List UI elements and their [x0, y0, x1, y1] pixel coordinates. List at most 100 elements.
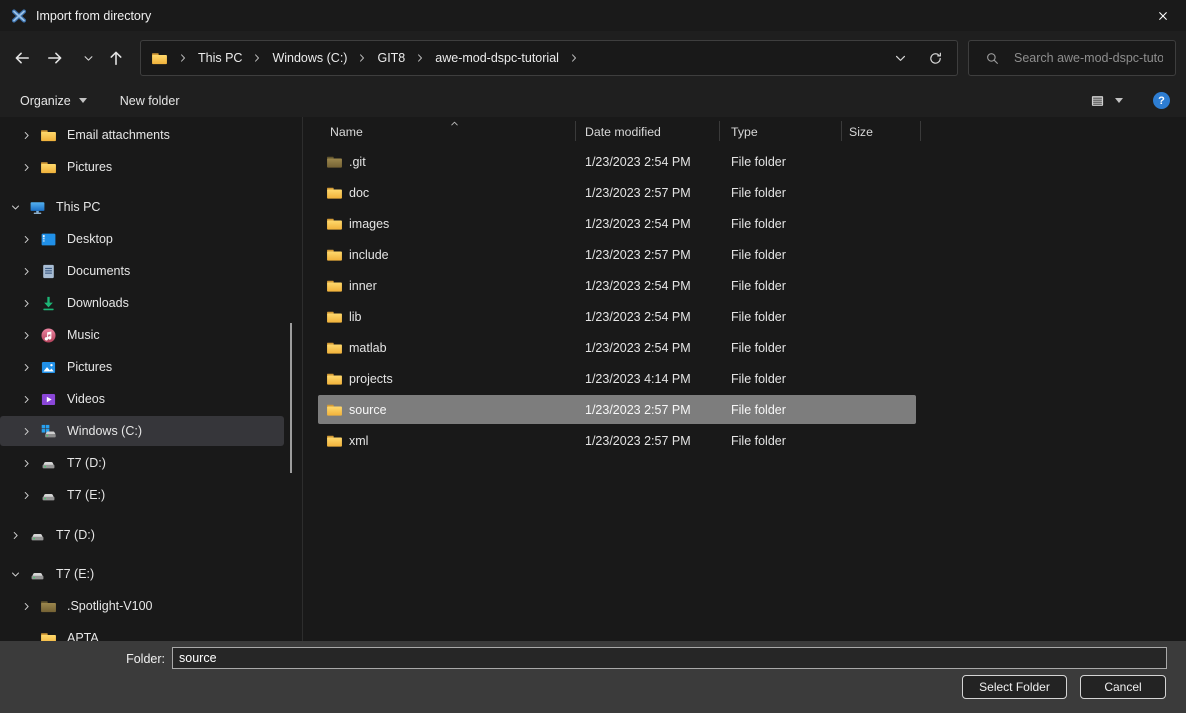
breadcrumb-item-git8[interactable]: GIT8: [375, 51, 407, 65]
breadcrumb-separator-icon: [568, 52, 580, 64]
search-input[interactable]: [1012, 50, 1165, 66]
file-name: doc: [349, 186, 369, 200]
sidebar-item-videos[interactable]: Videos: [0, 383, 302, 415]
sidebar-item-t7-d[interactable]: T7 (D:): [0, 519, 302, 551]
breadcrumb-separator-icon: [251, 52, 263, 64]
folder-icon: [326, 432, 343, 449]
forward-button[interactable]: [44, 47, 66, 69]
sidebar-item-label: Downloads: [67, 296, 129, 310]
app-icon: [11, 8, 27, 24]
chevron-right-icon: [21, 266, 32, 277]
file-row-include[interactable]: include1/23/2023 2:57 PMFile folder: [304, 239, 1186, 270]
sidebar-item-desktop[interactable]: Desktop: [0, 223, 302, 255]
sidebar-item-label: T7 (E:): [56, 567, 94, 581]
sidebar-item-email-attachments[interactable]: Email attachments: [0, 119, 302, 151]
folder-input[interactable]: [172, 647, 1167, 669]
file-type: File folder: [731, 310, 786, 324]
sidebar-item-spotlight-v100[interactable]: .Spotlight-V100: [0, 590, 302, 622]
sidebar-item-label: T7 (D:): [67, 456, 106, 470]
file-row-matlab[interactable]: matlab1/23/2023 2:54 PMFile folder: [304, 332, 1186, 363]
cancel-button[interactable]: Cancel: [1080, 675, 1166, 699]
folder-icon: [151, 50, 168, 67]
file-type: File folder: [731, 341, 786, 355]
column-header-size[interactable]: Size: [849, 125, 873, 139]
folder-icon: [326, 277, 343, 294]
sidebar-item-label: Music: [67, 328, 100, 342]
file-name: .git: [349, 155, 366, 169]
folder-dim-icon: [40, 598, 57, 615]
sidebar-item-pictures[interactable]: Pictures: [0, 151, 302, 183]
file-name: xml: [349, 434, 368, 448]
sidebar-item-label: Email attachments: [67, 128, 170, 142]
file-rows: .git1/23/2023 2:54 PMFile folderdoc1/23/…: [304, 146, 1186, 456]
address-bar-controls: [893, 51, 947, 66]
windows-drive-icon: [40, 423, 57, 440]
column-header-name[interactable]: Name: [330, 125, 363, 139]
new-folder-button[interactable]: New folder: [120, 94, 180, 108]
sidebar-scrollbar[interactable]: [290, 323, 292, 473]
file-row-images[interactable]: images1/23/2023 2:54 PMFile folder: [304, 208, 1186, 239]
address-dropdown-icon[interactable]: [893, 51, 908, 66]
folder-field-label: Folder:: [100, 652, 165, 666]
file-row-doc[interactable]: doc1/23/2023 2:57 PMFile folder: [304, 177, 1186, 208]
sidebar-item-documents[interactable]: Documents: [0, 255, 302, 287]
file-row-source[interactable]: source1/23/2023 2:57 PMFile folder: [304, 394, 1186, 425]
view-details-icon[interactable]: [1090, 94, 1105, 108]
file-type: File folder: [731, 248, 786, 262]
sidebar-item-this-pc[interactable]: This PC: [0, 191, 302, 223]
videos-icon: [40, 391, 57, 408]
file-type: File folder: [731, 372, 786, 386]
column-divider[interactable]: [920, 121, 921, 141]
close-button[interactable]: [1140, 0, 1186, 31]
column-divider[interactable]: [719, 121, 720, 141]
file-row-projects[interactable]: projects1/23/2023 4:14 PMFile folder: [304, 363, 1186, 394]
file-row-git[interactable]: .git1/23/2023 2:54 PMFile folder: [304, 146, 1186, 177]
view-options-chevron-icon[interactable]: [1115, 98, 1123, 103]
organize-button[interactable]: Organize: [20, 94, 87, 108]
file-row-lib[interactable]: lib1/23/2023 2:54 PMFile folder: [304, 301, 1186, 332]
file-row-inner[interactable]: inner1/23/2023 2:54 PMFile folder: [304, 270, 1186, 301]
folder-icon: [326, 401, 343, 418]
sidebar-item-apta[interactable]: APTA: [0, 622, 302, 641]
sidebar-item-music[interactable]: Music: [0, 319, 302, 351]
folder-icon: [40, 127, 57, 144]
select-folder-button[interactable]: Select Folder: [962, 675, 1067, 699]
folder-icon: [40, 630, 57, 642]
chevron-down-icon: [10, 202, 21, 213]
sidebar-item-label: Desktop: [67, 232, 113, 246]
file-date-modified: 1/23/2023 2:54 PM: [585, 217, 691, 231]
up-button[interactable]: [105, 47, 127, 69]
breadcrumb-item-awe-mod-dspc-tutorial[interactable]: awe-mod-dspc-tutorial: [433, 51, 561, 65]
file-row-xml[interactable]: xml1/23/2023 2:57 PMFile folder: [304, 425, 1186, 456]
refresh-icon[interactable]: [928, 51, 943, 66]
search-box[interactable]: [968, 40, 1176, 76]
sidebar-item-label: .Spotlight-V100: [67, 599, 152, 613]
sidebar-item-t7-d[interactable]: T7 (D:): [0, 447, 302, 479]
file-list-pane: Name Date modified Type Size .git1/23/20…: [304, 117, 1186, 641]
column-header-date-modified[interactable]: Date modified: [585, 125, 661, 139]
recent-locations-button[interactable]: [77, 47, 99, 69]
folder-icon: [326, 246, 343, 263]
column-divider[interactable]: [841, 121, 842, 141]
sidebar-item-label: Videos: [67, 392, 105, 406]
chevron-right-icon: [21, 601, 32, 612]
file-type: File folder: [731, 403, 786, 417]
address-bar[interactable]: This PC Windows (C:) GIT8 awe-mod-dspc-tuto…: [140, 40, 958, 76]
column-header-type[interactable]: Type: [731, 125, 758, 139]
sidebar-item-pictures[interactable]: Pictures: [0, 351, 302, 383]
sidebar-item-t7-e[interactable]: T7 (E:): [0, 558, 302, 590]
breadcrumb-item-windows-c[interactable]: Windows (C:): [270, 51, 349, 65]
sidebar-item-downloads[interactable]: Downloads: [0, 287, 302, 319]
sidebar-item-windows-c[interactable]: Windows (C:): [0, 415, 302, 447]
drive-icon: [40, 487, 57, 504]
sidebar-item-t7-e[interactable]: T7 (E:): [0, 479, 302, 511]
back-button[interactable]: [11, 47, 33, 69]
file-list-header: Name Date modified Type Size: [304, 117, 1186, 145]
column-divider[interactable]: [575, 121, 576, 141]
chevron-down-icon: [10, 569, 21, 580]
chevron-spacer: [21, 633, 32, 642]
dialog-footer: Folder: Select Folder Cancel: [0, 641, 1186, 713]
toolbar-right-controls: ?: [1090, 92, 1170, 109]
breadcrumb-item-this-pc[interactable]: This PC: [196, 51, 244, 65]
help-button[interactable]: ?: [1153, 92, 1170, 109]
